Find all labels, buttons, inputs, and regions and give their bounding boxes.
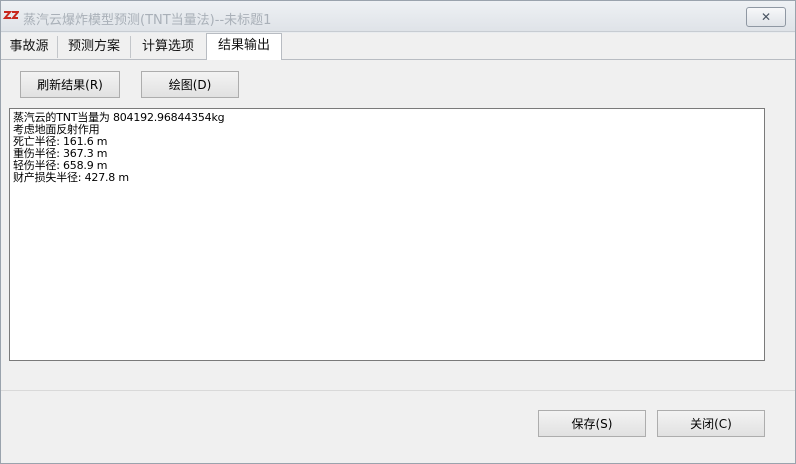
window-close-button[interactable]: ✕	[746, 7, 786, 27]
tab-strip: 事故源 预测方案 计算选项 结果输出	[1, 33, 795, 61]
save-button[interactable]: 保存(S)	[538, 410, 646, 437]
tab-prediction-scheme[interactable]: 预测方案	[58, 36, 131, 58]
output-line: 蒸汽云的TNT当量为 804192.96844354kg	[13, 111, 225, 124]
close-button[interactable]: 关闭(C)	[657, 410, 765, 437]
output-line: 财产损失半径: 427.8 m	[13, 171, 129, 184]
app-logo-icon	[3, 11, 19, 19]
footer-divider	[1, 390, 795, 391]
tab-result-output[interactable]: 结果输出	[206, 33, 282, 61]
output-line: 重伤半径: 367.3 m	[13, 147, 108, 160]
output-line: 考虑地面反射作用	[13, 123, 100, 136]
result-panel: 刷新结果(R) 绘图(D) 蒸汽云的TNT当量为 804192.96844354…	[1, 60, 795, 463]
window-title: 蒸汽云爆炸模型预测(TNT当量法)--未标题1	[23, 13, 272, 28]
tab-calc-options[interactable]: 计算选项	[131, 36, 205, 58]
refresh-results-button[interactable]: 刷新结果(R)	[20, 71, 120, 98]
result-textarea[interactable]: 蒸汽云的TNT当量为 804192.96844354kg 考虑地面反射作用 死亡…	[9, 108, 765, 361]
dialog-window: 蒸汽云爆炸模型预测(TNT当量法)--未标题1 ✕ 事故源 预测方案 计算选项 …	[0, 0, 796, 464]
tab-accident-source[interactable]: 事故源	[1, 36, 58, 58]
title-bar[interactable]: 蒸汽云爆炸模型预测(TNT当量法)--未标题1 ✕	[1, 1, 795, 32]
plot-button[interactable]: 绘图(D)	[141, 71, 239, 98]
output-line: 死亡半径: 161.6 m	[13, 135, 108, 148]
